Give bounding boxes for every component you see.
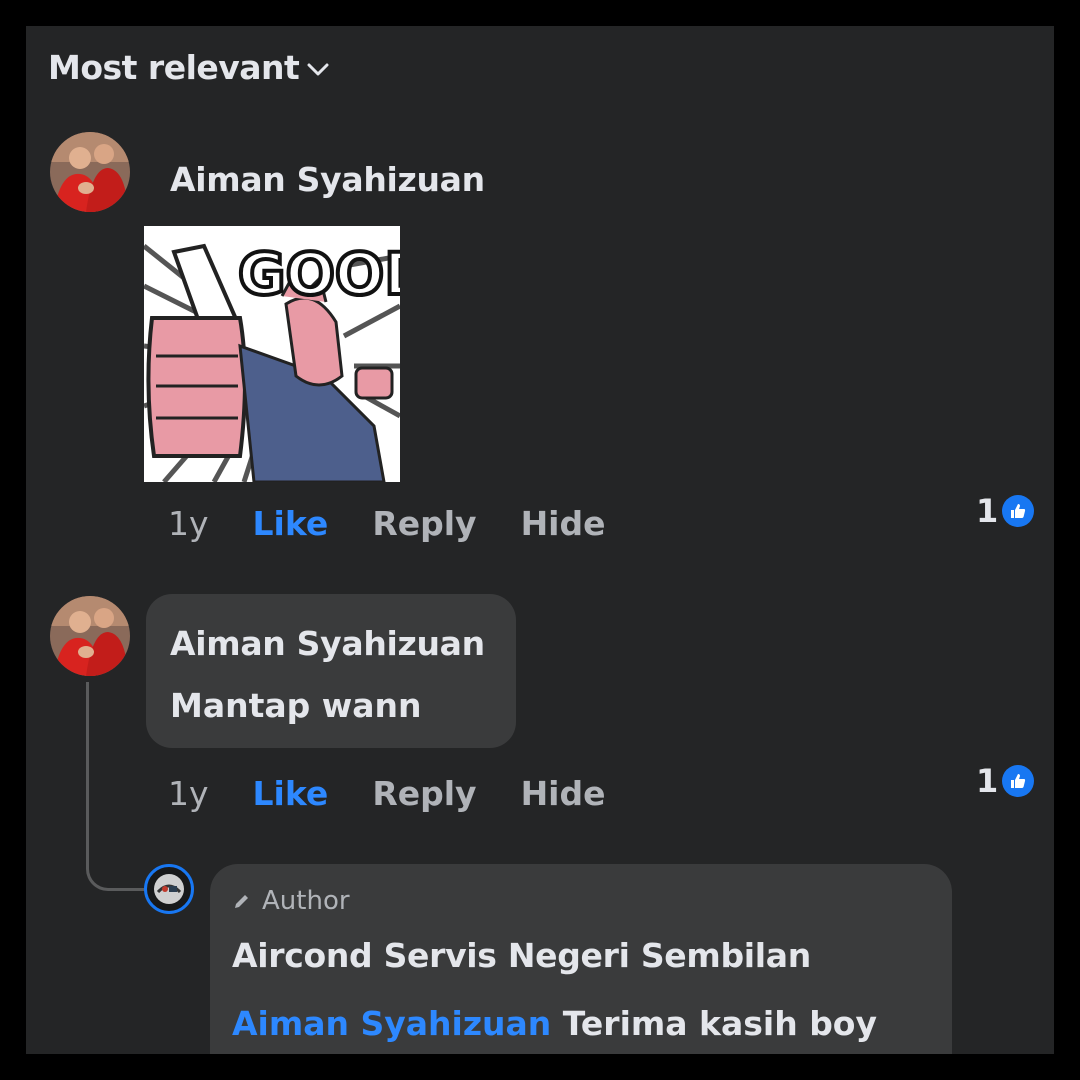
- comment-text: Mantap wann: [170, 686, 422, 725]
- comment-actions: 1y Like Reply Hide: [168, 504, 650, 543]
- mention-link[interactable]: Aiman Syahizuan: [232, 1004, 551, 1043]
- like-button[interactable]: Like: [253, 774, 329, 813]
- reaction-count: 1: [976, 762, 999, 800]
- avatar[interactable]: [50, 596, 130, 676]
- comment-time[interactable]: 1y: [168, 504, 209, 543]
- sticker-text: GOOD: [238, 240, 400, 308]
- sort-label: Most relevant: [48, 48, 300, 87]
- reply-button[interactable]: Reply: [372, 504, 476, 543]
- thread-line: [86, 682, 145, 891]
- comment-author[interactable]: Aiman Syahizuan: [170, 624, 485, 663]
- hide-button[interactable]: Hide: [521, 774, 606, 813]
- pencil-icon: [235, 895, 248, 908]
- reaction-count: 1: [976, 492, 999, 530]
- comment-bubble: Aiman Syahizuan Mantap wann: [146, 594, 516, 748]
- thumbs-up-icon: [1002, 765, 1035, 797]
- reply-author[interactable]: Aircond Servis Negeri Sembilan: [232, 936, 811, 975]
- author-badge-label: Author: [262, 886, 350, 916]
- reaction-summary[interactable]: 1: [976, 762, 1035, 800]
- reply-button[interactable]: Reply: [372, 774, 476, 813]
- page-avatar[interactable]: [144, 864, 194, 914]
- thumbs-up-icon: [1002, 495, 1035, 527]
- avatar[interactable]: [50, 132, 130, 212]
- comments-panel: Most relevant Aiman Syahizuan GOO 1y Lik…: [26, 26, 1054, 1054]
- reply-message: Terima kasih boy: [551, 1004, 877, 1043]
- comment-time[interactable]: 1y: [168, 774, 209, 813]
- comment-author[interactable]: Aiman Syahizuan: [170, 160, 485, 199]
- chevron-down-icon: [307, 46, 329, 85]
- sort-dropdown[interactable]: Most relevant: [48, 48, 329, 87]
- author-badge: Author: [232, 886, 350, 916]
- reaction-summary[interactable]: 1: [976, 492, 1035, 530]
- page-logo-icon: [154, 874, 184, 904]
- good-sticker[interactable]: GOOD: [142, 226, 434, 484]
- comment-actions: 1y Like Reply Hide: [168, 774, 650, 813]
- hide-button[interactable]: Hide: [521, 504, 606, 543]
- reply-bubble: Author Aircond Servis Negeri Sembilan Ai…: [210, 864, 952, 1054]
- reply-text: Aiman Syahizuan Terima kasih boy: [232, 1004, 877, 1043]
- like-button[interactable]: Like: [253, 504, 329, 543]
